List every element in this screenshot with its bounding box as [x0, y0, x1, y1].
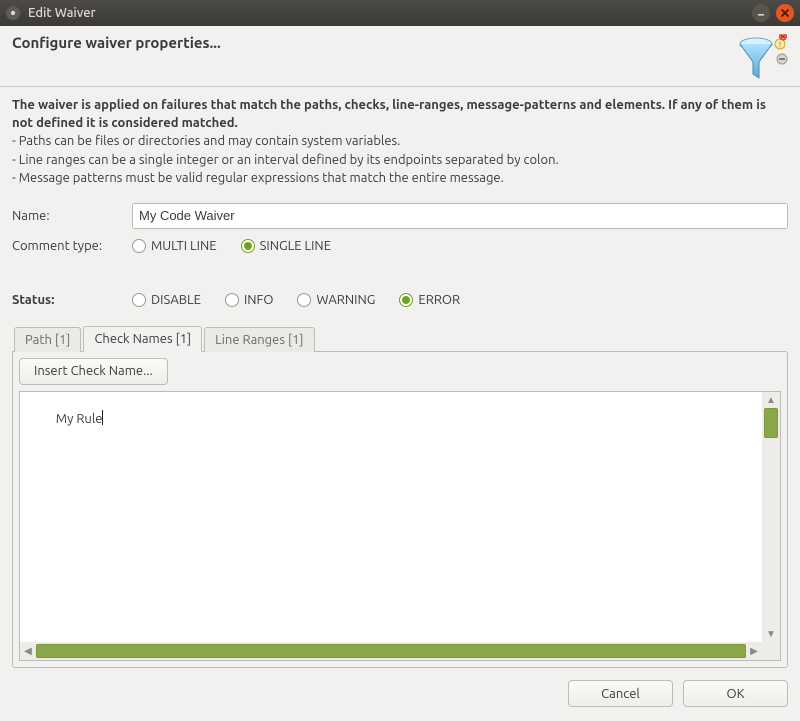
status-warning-label: WARNING: [316, 293, 375, 307]
scroll-down-icon[interactable]: ▼: [762, 626, 780, 642]
tab-bar: Path [1] Check Names [1] Line Ranges [1]: [12, 325, 788, 351]
description-bold: The waiver is applied on failures that m…: [12, 97, 788, 132]
status-disable-label: DISABLE: [151, 293, 201, 307]
scroll-up-icon[interactable]: ▲: [762, 392, 780, 408]
tab-path[interactable]: Path [1]: [14, 327, 81, 352]
dialog-heading: Configure waiver properties...: [12, 34, 734, 51]
status-info-label: INFO: [244, 293, 274, 307]
funnel-filter-icon: !: [734, 34, 788, 80]
description-bullet-2: - Line ranges can be a single integer or…: [12, 152, 788, 170]
svg-text:!: !: [779, 41, 781, 49]
tab-panel-check-names: Insert Check Name... My Rule ▲ ▼ ◀ ▶: [12, 351, 788, 668]
vertical-scrollbar[interactable]: ▲ ▼: [762, 392, 780, 642]
window-title: Edit Waiver: [28, 6, 96, 20]
comment-type-multi-label: MULTI LINE: [151, 239, 217, 253]
comment-type-label: Comment type:: [12, 239, 122, 253]
status-error-label: ERROR: [418, 293, 460, 307]
titlebar: Edit Waiver: [0, 0, 800, 26]
dialog-body: Configure waiver properties... !: [0, 26, 800, 721]
insert-check-name-button[interactable]: Insert Check Name...: [19, 358, 168, 385]
minimize-button[interactable]: [752, 4, 770, 22]
comment-type-single-label: SINGLE LINE: [260, 239, 331, 253]
comment-type-single-radio[interactable]: SINGLE LINE: [241, 239, 331, 253]
description-block: The waiver is applied on failures that m…: [0, 87, 800, 195]
check-names-text: My Rule: [56, 412, 104, 426]
tab-line-ranges[interactable]: Line Ranges [1]: [204, 327, 314, 352]
name-label: Name:: [12, 209, 122, 223]
status-label: Status:: [12, 293, 122, 307]
app-dot-icon: [6, 6, 20, 20]
scroll-right-icon[interactable]: ▶: [746, 642, 762, 660]
vertical-scroll-thumb[interactable]: [764, 408, 778, 438]
horizontal-scrollbar[interactable]: ◀ ▶: [20, 642, 762, 660]
status-info-radio[interactable]: INFO: [225, 293, 274, 307]
name-input[interactable]: [132, 203, 788, 229]
tab-check-names[interactable]: Check Names [1]: [83, 326, 202, 352]
status-error-radio[interactable]: ERROR: [399, 293, 460, 307]
status-disable-radio[interactable]: DISABLE: [132, 293, 201, 307]
close-button[interactable]: [776, 4, 794, 22]
description-bullet-3: - Message patterns must be valid regular…: [12, 170, 788, 188]
horizontal-scroll-thumb[interactable]: [36, 644, 746, 658]
scroll-left-icon[interactable]: ◀: [20, 642, 36, 660]
check-names-textarea[interactable]: My Rule: [20, 392, 762, 642]
comment-type-multi-radio[interactable]: MULTI LINE: [132, 239, 217, 253]
ok-button[interactable]: OK: [683, 680, 788, 707]
status-warning-radio[interactable]: WARNING: [297, 293, 375, 307]
description-bullet-1: - Paths can be files or directories and …: [12, 133, 788, 151]
cancel-button[interactable]: Cancel: [568, 680, 673, 707]
